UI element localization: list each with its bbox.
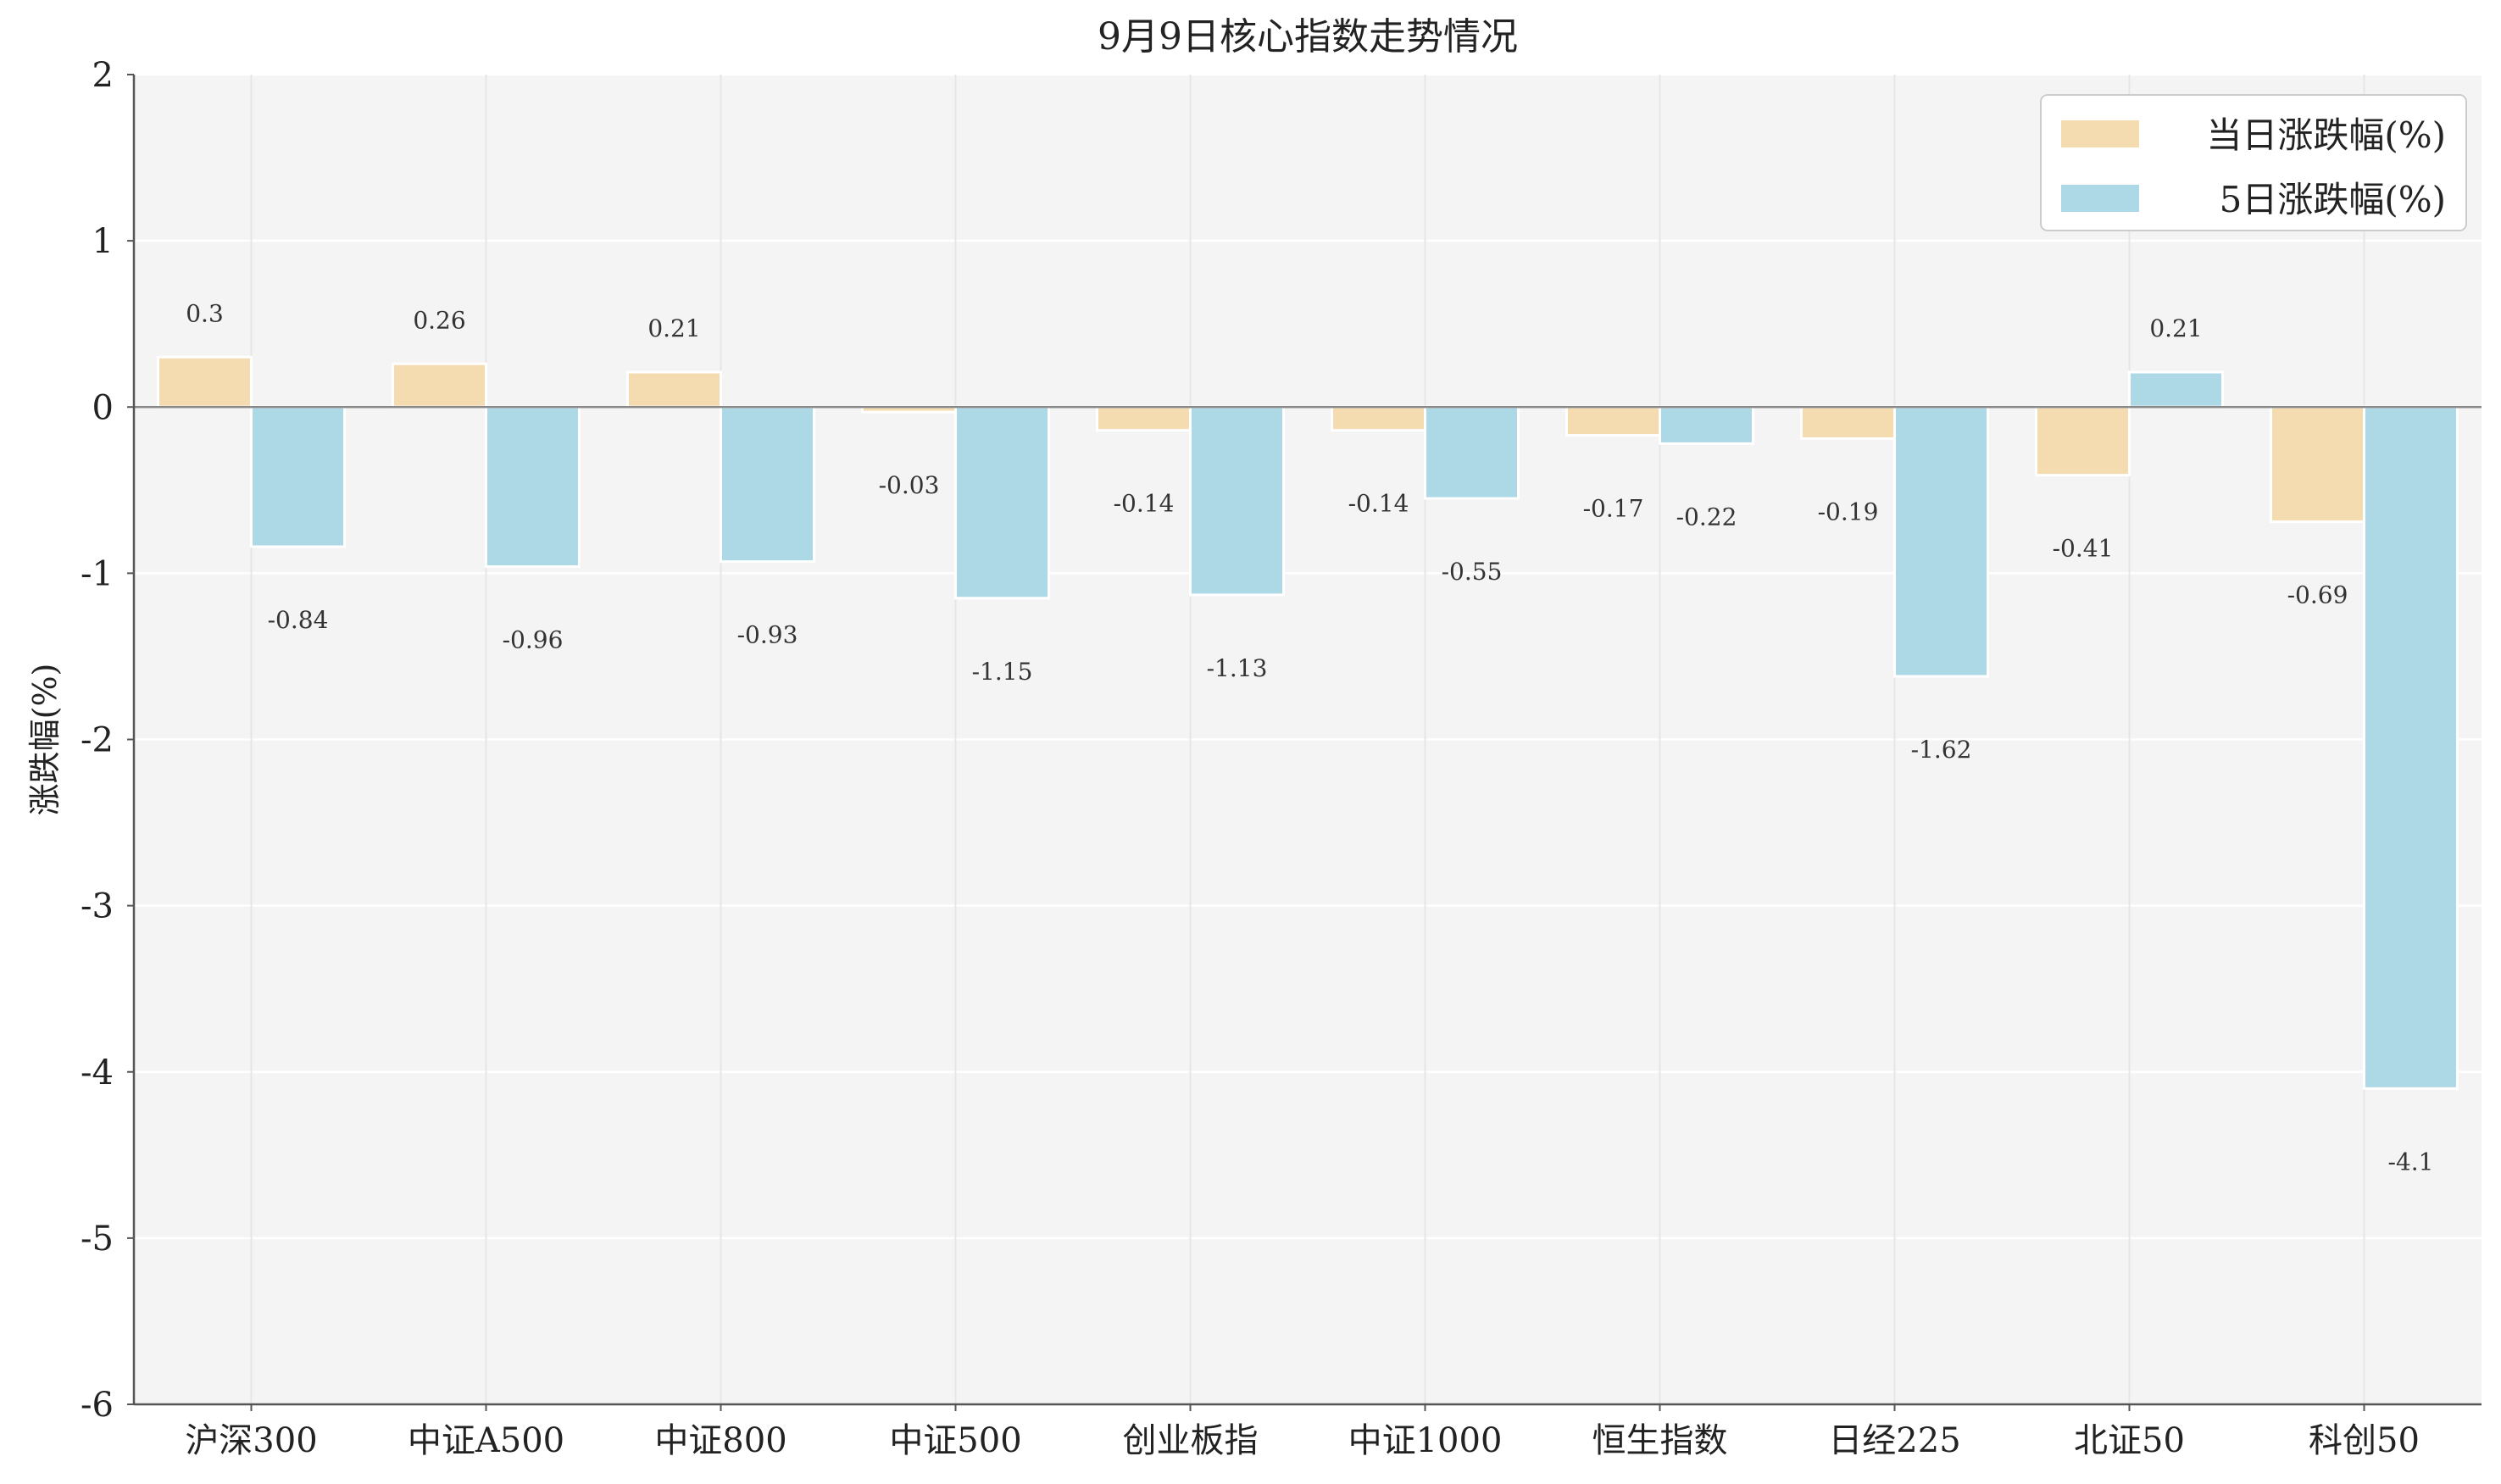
- chart-title: 9月9日核心指数走势情况: [1098, 15, 1518, 58]
- bar: [1800, 405, 1896, 441]
- bar: [392, 362, 487, 409]
- legend: 当日涨跌幅(%) 5日涨跌幅(%): [2040, 94, 2467, 231]
- data-label: -0.14: [1348, 490, 1409, 518]
- chart-root: 0.3 0.26 0.21 -0.03 -0.14 -0.14 -0.17 -0.19 -0.4…: [0, 0, 2501, 1484]
- bar: [485, 405, 581, 569]
- data-label: -0.19: [1818, 498, 1879, 526]
- y-tick-label: -2: [81, 721, 114, 760]
- legend-label-5day: 5日涨跌幅(%): [2220, 179, 2446, 220]
- data-label: 0.21: [2149, 314, 2202, 342]
- legend-swatch-5day: [2061, 185, 2139, 212]
- data-label: 0.3: [186, 299, 224, 327]
- data-label: 0.26: [413, 306, 465, 334]
- bar-chart: 0.3 0.26 0.21 -0.03 -0.14 -0.14 -0.17 -0.19 -0.4…: [26, 15, 2482, 1460]
- x-tick-label: 中证500: [889, 1421, 1021, 1460]
- y-tick-label: -3: [81, 887, 114, 926]
- bar: [954, 405, 1050, 600]
- bar: [1565, 405, 1661, 437]
- bar: [250, 405, 346, 548]
- x-tick-label: 中证800: [654, 1421, 786, 1460]
- data-label: -0.41: [2053, 535, 2114, 563]
- data-label: -1.62: [1911, 736, 1972, 764]
- data-label: -0.84: [268, 606, 329, 634]
- bar: [1189, 405, 1285, 597]
- y-tick-label: 2: [92, 56, 114, 95]
- x-tick-label: 科创50: [2309, 1421, 2420, 1460]
- x-tick-label: 恒生指数: [1592, 1421, 1728, 1460]
- bar: [157, 355, 253, 409]
- y-tick-label: 1: [92, 222, 114, 261]
- bar: [720, 405, 815, 564]
- y-tick-label: -4: [81, 1053, 114, 1092]
- bar: [1331, 405, 1426, 432]
- data-label: -0.69: [2287, 581, 2348, 609]
- data-label: -0.17: [1583, 495, 1644, 523]
- y-tick-label: -6: [81, 1386, 114, 1425]
- x-tick-label: 中证1000: [1348, 1421, 1503, 1460]
- data-label: -0.03: [879, 471, 940, 499]
- bar: [2363, 405, 2459, 1090]
- legend-label-daily: 当日涨跌幅(%): [2206, 114, 2446, 156]
- bar: [1893, 405, 1989, 678]
- data-label: -0.22: [1676, 503, 1737, 531]
- data-label: -0.14: [1114, 490, 1175, 518]
- y-axis-label: 涨跌幅(%): [26, 664, 64, 816]
- data-label: -0.55: [1442, 558, 1503, 586]
- bar: [2270, 405, 2365, 524]
- data-label: 0.21: [647, 314, 700, 342]
- y-tick-label: 0: [92, 388, 114, 427]
- y-tick-label: -5: [81, 1220, 114, 1259]
- y-tick-label: -1: [81, 554, 114, 593]
- x-tick-label: 北证50: [2074, 1421, 2185, 1460]
- bar: [1096, 405, 1192, 432]
- bar: [2128, 370, 2224, 409]
- x-tick-label: 中证A500: [408, 1421, 564, 1460]
- bar: [1659, 405, 1754, 445]
- data-label: -0.93: [737, 621, 798, 649]
- data-label: -1.13: [1207, 654, 1268, 682]
- data-label: -0.96: [503, 626, 564, 654]
- data-label: -1.15: [972, 658, 1033, 686]
- bar: [1424, 405, 1520, 500]
- x-tick-label: 沪深300: [185, 1421, 317, 1460]
- bar: [2035, 405, 2131, 477]
- bar: [626, 370, 722, 409]
- x-tick-label: 创业板指: [1123, 1421, 1259, 1460]
- legend-swatch-daily: [2061, 120, 2139, 147]
- data-label: -4.1: [2388, 1148, 2434, 1176]
- x-tick-label: 日经225: [1828, 1421, 1960, 1460]
